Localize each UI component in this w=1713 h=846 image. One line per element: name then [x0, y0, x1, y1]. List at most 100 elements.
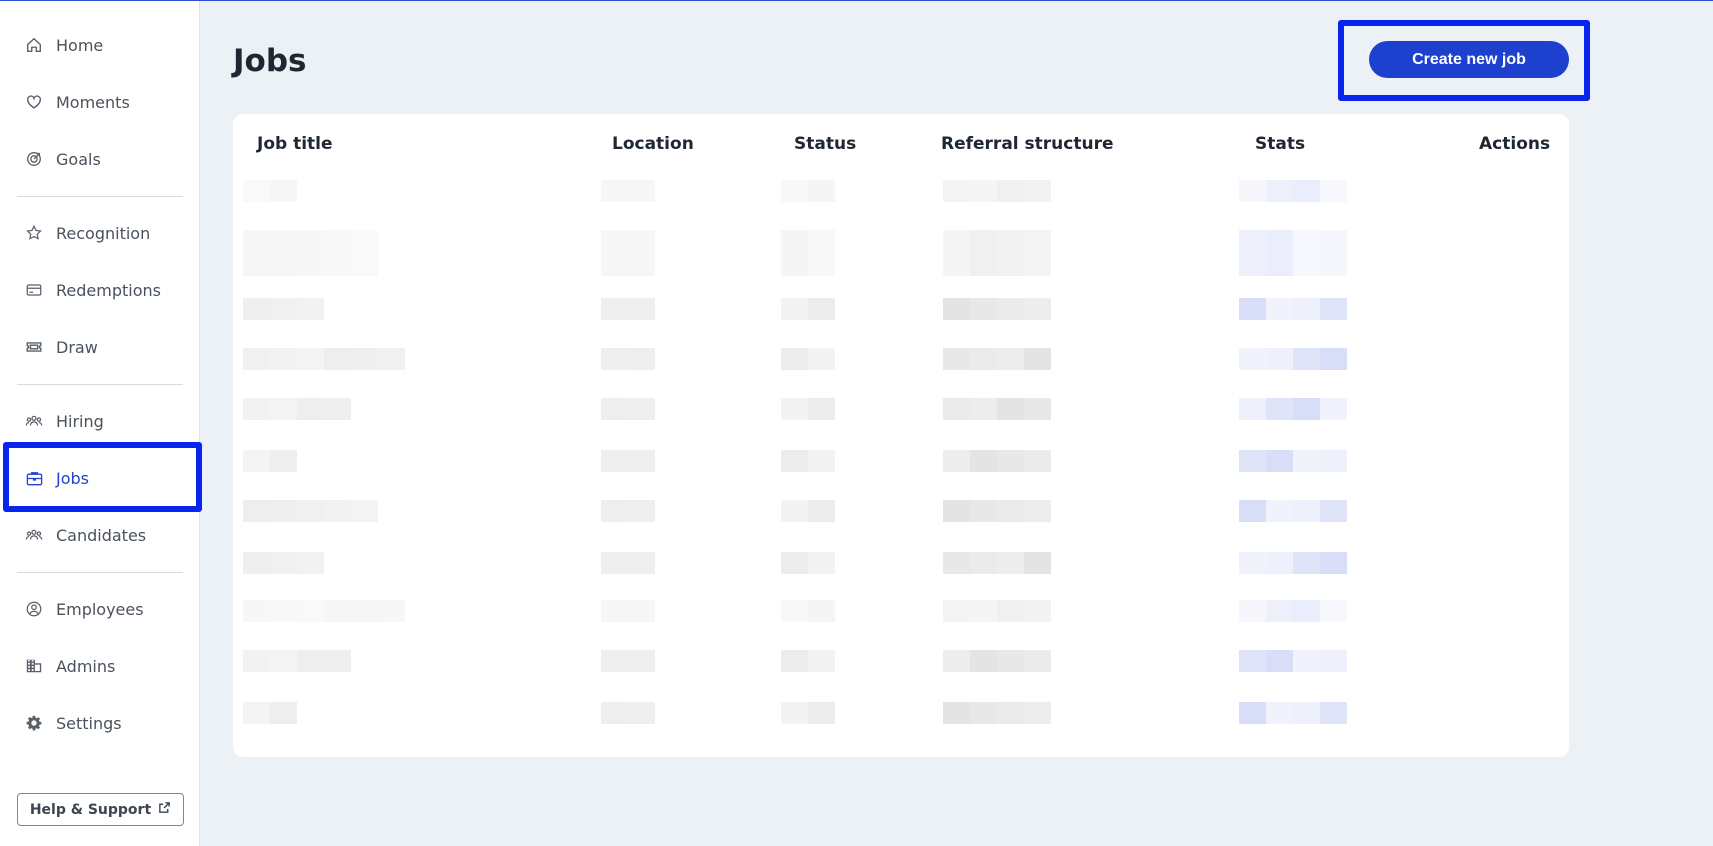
table-row[interactable]: [233, 644, 1569, 678]
redacted-cell-block: [1320, 180, 1347, 202]
table-body: [233, 174, 1569, 757]
redacted-cell-block: [601, 398, 628, 420]
target-icon: [24, 149, 44, 169]
redacted-cell-block: [1024, 180, 1051, 202]
sidebar-item-label: Home: [56, 35, 104, 55]
redacted-cell-block: [270, 702, 297, 724]
sidebar-item-jobs[interactable]: Jobs: [8, 455, 192, 501]
column-header-status[interactable]: Status: [794, 134, 856, 154]
table-row[interactable]: [233, 174, 1569, 208]
top-accent-line: [0, 0, 1713, 1]
create-new-job-button[interactable]: Create new job: [1369, 41, 1569, 78]
redacted-cell-block: [808, 348, 835, 370]
redacted-cell-block: [781, 600, 808, 622]
jobs-table: Job title Location Status Referral struc…: [233, 114, 1569, 757]
redacted-cell-block: [970, 500, 997, 522]
redacted-cell-block: [601, 230, 628, 276]
redacted-cell-block: [943, 348, 970, 370]
sidebar-item-draw[interactable]: Draw: [8, 324, 192, 370]
redacted-cell-block: [601, 348, 628, 370]
redacted-cell-block: [324, 230, 351, 276]
sidebar-item-moments[interactable]: Moments: [8, 79, 192, 125]
redacted-cell-block: [970, 348, 997, 370]
redacted-cell-block: [1293, 650, 1320, 672]
redacted-cell-block: [1024, 398, 1051, 420]
redacted-cell-block: [297, 230, 324, 276]
redacted-cell-block: [351, 348, 378, 370]
column-header-referral-structure[interactable]: Referral structure: [941, 134, 1113, 154]
sidebar-item-label: Hiring: [56, 411, 104, 431]
redacted-cell-block: [628, 552, 655, 574]
redacted-cell-block: [243, 450, 270, 472]
help-support-button[interactable]: Help & Support: [17, 793, 184, 826]
gear-icon: [24, 713, 44, 733]
redacted-cell-block: [781, 298, 808, 320]
redacted-cell-block: [601, 650, 628, 672]
redacted-cell-block: [1320, 398, 1347, 420]
redacted-cell-block: [997, 600, 1024, 622]
column-header-location[interactable]: Location: [612, 134, 694, 154]
sidebar-item-settings[interactable]: Settings: [8, 700, 192, 746]
sidebar-divider: [17, 384, 183, 385]
redacted-cell-block: [243, 230, 270, 276]
redacted-cell-block: [243, 650, 270, 672]
redacted-cell-block: [1293, 398, 1320, 420]
table-row[interactable]: [233, 342, 1569, 376]
sidebar-item-goals[interactable]: Goals: [8, 136, 192, 182]
people-icon: [24, 525, 44, 545]
column-header-job-title[interactable]: Job title: [257, 134, 333, 154]
redacted-cell-block: [270, 348, 297, 370]
redacted-cell-block: [808, 600, 835, 622]
sidebar-item-redemptions[interactable]: Redemptions: [8, 267, 192, 313]
redacted-cell-block: [781, 230, 808, 276]
ticket-icon: [24, 337, 44, 357]
table-row[interactable]: [233, 696, 1569, 730]
redacted-cell-block: [1024, 650, 1051, 672]
redacted-cell-block: [781, 552, 808, 574]
redacted-cell-block: [1293, 348, 1320, 370]
sidebar-item-admins[interactable]: Admins: [8, 643, 192, 689]
table-row[interactable]: [233, 224, 1569, 282]
redacted-cell-block: [1024, 702, 1051, 724]
redacted-cell-block: [1024, 298, 1051, 320]
sidebar-item-label: Goals: [56, 149, 101, 169]
table-row[interactable]: [233, 292, 1569, 326]
redacted-cell-block: [970, 702, 997, 724]
table-row[interactable]: [233, 494, 1569, 528]
redacted-cell-block: [943, 450, 970, 472]
redacted-cell-block: [970, 398, 997, 420]
redacted-cell-block: [943, 500, 970, 522]
redacted-cell-block: [1293, 500, 1320, 522]
redacted-cell-block: [943, 600, 970, 622]
redacted-cell-block: [943, 180, 970, 202]
redacted-cell-block: [1266, 398, 1293, 420]
redacted-cell-block: [243, 702, 270, 724]
redacted-cell-block: [997, 552, 1024, 574]
sidebar-item-employees[interactable]: Employees: [8, 586, 192, 632]
heart-icon: [24, 92, 44, 112]
redacted-cell-block: [1293, 600, 1320, 622]
redacted-cell-block: [297, 650, 324, 672]
table-row[interactable]: [233, 546, 1569, 580]
sidebar-item-home[interactable]: Home: [8, 22, 192, 68]
redacted-cell-block: [1293, 552, 1320, 574]
column-header-stats[interactable]: Stats: [1255, 134, 1305, 154]
redacted-cell-block: [1266, 450, 1293, 472]
redacted-cell-block: [1266, 600, 1293, 622]
redacted-cell-block: [628, 500, 655, 522]
redacted-cell-block: [601, 552, 628, 574]
table-row[interactable]: [233, 444, 1569, 478]
table-row[interactable]: [233, 392, 1569, 426]
redacted-cell-block: [970, 298, 997, 320]
credit-card-icon: [24, 280, 44, 300]
redacted-cell-block: [270, 230, 297, 276]
column-header-actions[interactable]: Actions: [1479, 134, 1550, 154]
sidebar-item-candidates[interactable]: Candidates: [8, 512, 192, 558]
redacted-cell-block: [1320, 552, 1347, 574]
table-row[interactable]: [233, 594, 1569, 628]
sidebar-item-hiring[interactable]: Hiring: [8, 398, 192, 444]
redacted-cell-block: [781, 180, 808, 202]
redacted-cell-block: [1293, 180, 1320, 202]
redacted-cell-block: [997, 500, 1024, 522]
sidebar-item-recognition[interactable]: Recognition: [8, 210, 192, 256]
